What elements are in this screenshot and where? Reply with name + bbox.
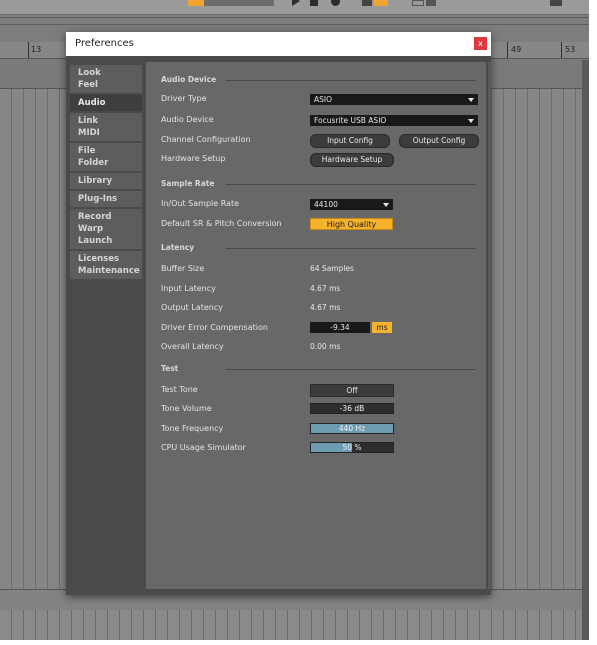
chevron-down-icon [468,119,474,123]
cpu-usage-simulator-slider[interactable]: 50 % [310,442,394,453]
tone-volume-value: -36 dB [339,404,365,413]
test-tone-toggle[interactable]: Off [310,384,394,397]
tempo-field[interactable] [204,0,274,6]
ruler-mark: 49 [511,45,522,54]
sample-rate-value: 44100 [314,200,338,209]
hardware-setup-label: Hardware Setup [161,154,226,163]
input-latency-label: Input Latency [161,284,216,293]
sidebar-item-plug-ins[interactable]: Plug-Ins [70,191,142,207]
driver-type-dropdown[interactable]: ASIO [310,94,478,105]
arrangement-scrollbar[interactable] [582,60,589,640]
sidebar-item-label: Audio [78,98,106,108]
sidebar-item-audio[interactable]: Audio [70,95,142,111]
ruler-tick [507,42,508,58]
record-icon[interactable] [331,0,340,6]
arrangement-track[interactable] [0,610,589,640]
stop-icon[interactable] [310,0,318,6]
sidebar-item-label: Link [78,116,99,126]
play-icon[interactable] [292,0,300,6]
audio-device-label: Audio Device [161,115,214,124]
cpu-meter-icon [550,0,562,6]
hardware-setup-button[interactable]: Hardware Setup [310,153,394,167]
sidebar-item-look-feel[interactable]: Look Feel [70,65,142,93]
tone-frequency-value: 440 Hz [338,424,366,433]
audio-preferences-panel: Audio Device Driver Type ASIO Audio Devi… [146,62,486,589]
panel-scrollbar[interactable] [488,62,491,589]
section-divider [226,80,476,81]
divider [0,24,589,25]
driver-error-unit-button[interactable]: ms [372,322,392,333]
sidebar-item-file-folder[interactable]: File Folder [70,143,142,171]
preferences-window: Preferences x Look Feel Audio Link MIDI File F… [66,32,491,595]
overall-latency-label: Overall Latency [161,342,224,351]
section-header-latency: Latency [161,243,195,252]
cpu-usage-simulator-label: CPU Usage Simulator [161,443,246,452]
ruler-mark: 53 [565,45,576,54]
overdub-button[interactable] [362,0,372,6]
ruler-tick [561,42,562,58]
ruler-mark: 13 [31,45,42,54]
test-tone-label: Test Tone [161,385,198,394]
sidebar-item-label: MIDI [78,128,100,138]
ruler-tick [28,42,29,58]
section-header-audio-device: Audio Device [161,75,217,84]
tone-volume-slider[interactable]: -36 dB [310,403,394,414]
sidebar-item-link-midi[interactable]: Link MIDI [70,113,142,141]
sidebar-item-label: File [78,146,96,156]
input-latency-value: 4.67 ms [310,284,341,293]
sidebar-item-label: Look [78,68,101,78]
sidebar-item-label: Licenses [78,254,120,264]
chevron-down-icon [383,203,389,207]
audio-device-value: Focusrite USB ASIO [314,116,387,125]
loop-button[interactable] [412,0,424,6]
section-divider [226,248,476,249]
sidebar-item-licenses-maintenance[interactable]: Licenses Maintenance [70,251,142,279]
audio-device-dropdown[interactable]: Focusrite USB ASIO [310,115,478,126]
section-divider [226,184,476,185]
sidebar-item-label: Folder [78,158,109,168]
output-config-button[interactable]: Output Config [399,134,479,148]
channel-configuration-label: Channel Configuration [161,135,251,144]
section-divider [226,369,476,370]
chevron-down-icon [468,98,474,102]
section-header-sample-rate: Sample Rate [161,179,215,188]
output-latency-label: Output Latency [161,303,223,312]
sidebar-item-label: Library [78,176,113,186]
metronome-button[interactable] [188,0,204,6]
sidebar-item-label: Record [78,212,112,222]
title-bar[interactable]: Preferences x [66,32,491,56]
close-icon[interactable]: x [474,37,487,50]
section-header-test: Test [161,364,179,373]
driver-error-compensation-field[interactable]: -9.34 [310,322,370,333]
preferences-sidebar: Look Feel Audio Link MIDI File Folder Library Pl… [70,65,142,281]
window-title: Preferences [75,38,134,49]
sidebar-item-record-warp-launch[interactable]: Record Warp Launch [70,209,142,249]
cpu-usage-value: 50 % [342,443,362,452]
sidebar-item-label: Feel [78,80,98,90]
automation-arm-button[interactable] [374,0,388,6]
punch-button[interactable] [426,0,436,6]
tone-frequency-slider[interactable]: 440 Hz [310,423,394,434]
driver-type-label: Driver Type [161,94,207,103]
high-quality-toggle[interactable]: High Quality [310,218,393,230]
transport-bar [0,0,589,15]
sidebar-item-label: Warp [78,224,104,234]
output-latency-value: 4.67 ms [310,303,341,312]
tone-volume-label: Tone Volume [161,404,212,413]
in-out-sample-rate-label: In/Out Sample Rate [161,199,240,208]
sidebar-item-library[interactable]: Library [70,173,142,189]
divider [0,17,589,18]
sample-rate-dropdown[interactable]: 44100 [310,199,393,210]
sidebar-item-label: Plug-Ins [78,194,118,204]
driver-type-value: ASIO [314,95,333,104]
default-sr-label: Default SR & Pitch Conversion [161,219,282,228]
overall-latency-value: 0.00 ms [310,342,341,351]
sidebar-item-label: Maintenance [78,266,140,276]
input-config-button[interactable]: Input Config [310,134,390,148]
driver-error-compensation-label: Driver Error Compensation [161,323,268,332]
tone-frequency-label: Tone Frequency [161,424,224,433]
buffer-size-value: 64 Samples [310,264,354,273]
sidebar-item-label: Launch [78,236,113,246]
buffer-size-label: Buffer Size [161,264,205,273]
